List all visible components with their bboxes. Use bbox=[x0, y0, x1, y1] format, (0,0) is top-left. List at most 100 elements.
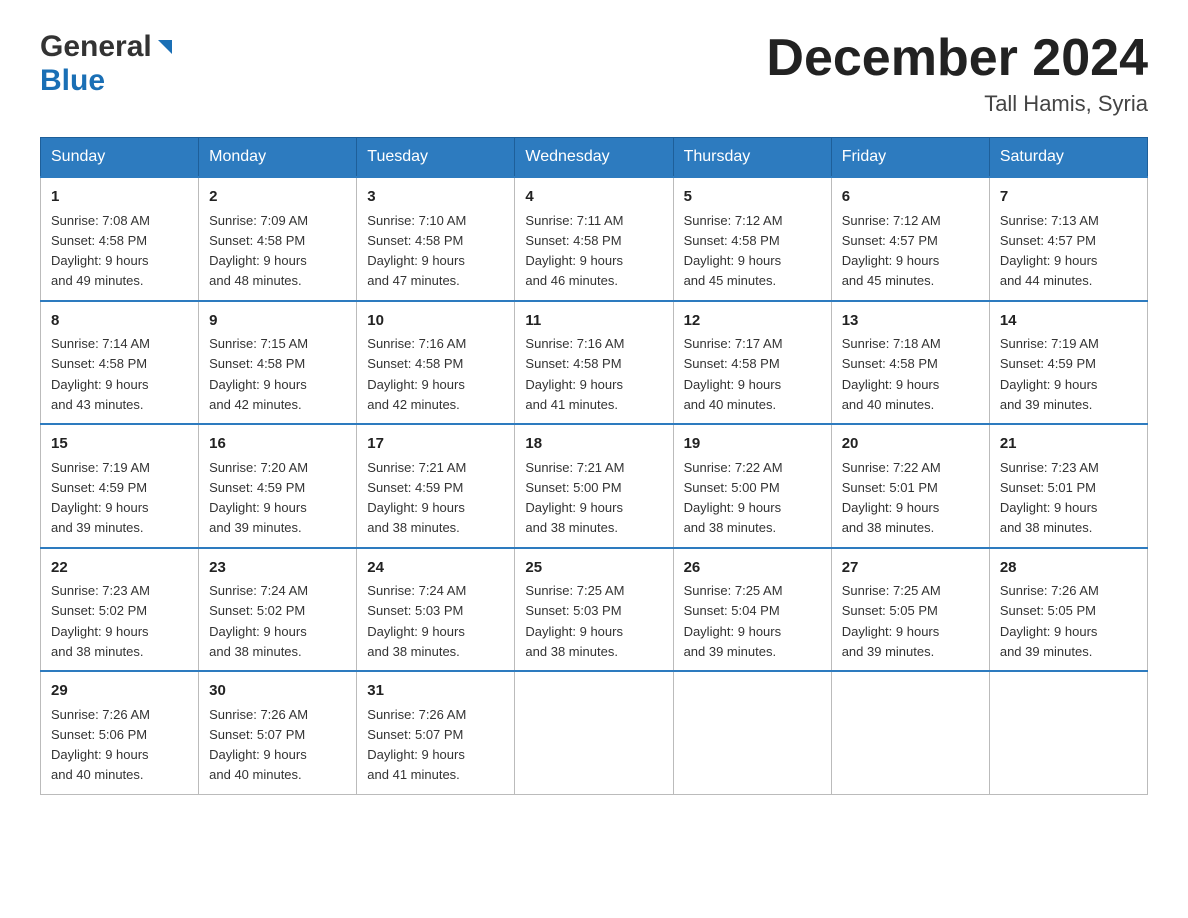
day-info: Sunrise: 7:20 AMSunset: 4:59 PMDaylight:… bbox=[209, 460, 308, 536]
calendar-cell: 10 Sunrise: 7:16 AMSunset: 4:58 PMDaylig… bbox=[357, 301, 515, 425]
month-title: December 2024 bbox=[766, 30, 1148, 87]
calendar-cell: 9 Sunrise: 7:15 AMSunset: 4:58 PMDayligh… bbox=[199, 301, 357, 425]
calendar-cell: 14 Sunrise: 7:19 AMSunset: 4:59 PMDaylig… bbox=[989, 301, 1147, 425]
calendar-week-row: 1 Sunrise: 7:08 AMSunset: 4:58 PMDayligh… bbox=[41, 177, 1148, 301]
calendar-header-monday: Monday bbox=[199, 138, 357, 178]
calendar-cell: 22 Sunrise: 7:23 AMSunset: 5:02 PMDaylig… bbox=[41, 548, 199, 672]
day-number: 5 bbox=[684, 186, 821, 209]
day-info: Sunrise: 7:23 AMSunset: 5:02 PMDaylight:… bbox=[51, 583, 150, 659]
calendar-cell bbox=[673, 671, 831, 794]
day-number: 28 bbox=[1000, 557, 1137, 580]
calendar-cell: 11 Sunrise: 7:16 AMSunset: 4:58 PMDaylig… bbox=[515, 301, 673, 425]
calendar-cell: 29 Sunrise: 7:26 AMSunset: 5:06 PMDaylig… bbox=[41, 671, 199, 794]
title-block: December 2024 Tall Hamis, Syria bbox=[766, 30, 1148, 117]
calendar-week-row: 29 Sunrise: 7:26 AMSunset: 5:06 PMDaylig… bbox=[41, 671, 1148, 794]
day-info: Sunrise: 7:13 AMSunset: 4:57 PMDaylight:… bbox=[1000, 213, 1099, 289]
calendar-cell: 8 Sunrise: 7:14 AMSunset: 4:58 PMDayligh… bbox=[41, 301, 199, 425]
day-info: Sunrise: 7:21 AMSunset: 5:00 PMDaylight:… bbox=[525, 460, 624, 536]
calendar-header-friday: Friday bbox=[831, 138, 989, 178]
day-number: 7 bbox=[1000, 186, 1137, 209]
day-number: 31 bbox=[367, 680, 504, 703]
day-info: Sunrise: 7:24 AMSunset: 5:02 PMDaylight:… bbox=[209, 583, 308, 659]
calendar-week-row: 22 Sunrise: 7:23 AMSunset: 5:02 PMDaylig… bbox=[41, 548, 1148, 672]
calendar-cell: 16 Sunrise: 7:20 AMSunset: 4:59 PMDaylig… bbox=[199, 424, 357, 548]
day-number: 15 bbox=[51, 433, 188, 456]
day-number: 26 bbox=[684, 557, 821, 580]
calendar-cell: 20 Sunrise: 7:22 AMSunset: 5:01 PMDaylig… bbox=[831, 424, 989, 548]
day-info: Sunrise: 7:26 AMSunset: 5:06 PMDaylight:… bbox=[51, 707, 150, 783]
day-info: Sunrise: 7:19 AMSunset: 4:59 PMDaylight:… bbox=[1000, 336, 1099, 412]
calendar-cell: 7 Sunrise: 7:13 AMSunset: 4:57 PMDayligh… bbox=[989, 177, 1147, 301]
logo-general-text: General bbox=[40, 30, 152, 64]
calendar-cell: 4 Sunrise: 7:11 AMSunset: 4:58 PMDayligh… bbox=[515, 177, 673, 301]
calendar-cell bbox=[989, 671, 1147, 794]
calendar-cell: 24 Sunrise: 7:24 AMSunset: 5:03 PMDaylig… bbox=[357, 548, 515, 672]
day-info: Sunrise: 7:26 AMSunset: 5:07 PMDaylight:… bbox=[209, 707, 308, 783]
day-info: Sunrise: 7:25 AMSunset: 5:03 PMDaylight:… bbox=[525, 583, 624, 659]
calendar-cell: 18 Sunrise: 7:21 AMSunset: 5:00 PMDaylig… bbox=[515, 424, 673, 548]
day-info: Sunrise: 7:26 AMSunset: 5:07 PMDaylight:… bbox=[367, 707, 466, 783]
calendar-cell: 5 Sunrise: 7:12 AMSunset: 4:58 PMDayligh… bbox=[673, 177, 831, 301]
calendar-cell: 26 Sunrise: 7:25 AMSunset: 5:04 PMDaylig… bbox=[673, 548, 831, 672]
day-info: Sunrise: 7:25 AMSunset: 5:04 PMDaylight:… bbox=[684, 583, 783, 659]
day-number: 18 bbox=[525, 433, 662, 456]
day-info: Sunrise: 7:12 AMSunset: 4:57 PMDaylight:… bbox=[842, 213, 941, 289]
calendar-cell bbox=[831, 671, 989, 794]
day-info: Sunrise: 7:09 AMSunset: 4:58 PMDaylight:… bbox=[209, 213, 308, 289]
day-info: Sunrise: 7:19 AMSunset: 4:59 PMDaylight:… bbox=[51, 460, 150, 536]
calendar-cell: 2 Sunrise: 7:09 AMSunset: 4:58 PMDayligh… bbox=[199, 177, 357, 301]
calendar-week-row: 15 Sunrise: 7:19 AMSunset: 4:59 PMDaylig… bbox=[41, 424, 1148, 548]
day-info: Sunrise: 7:16 AMSunset: 4:58 PMDaylight:… bbox=[367, 336, 466, 412]
logo: General Blue bbox=[40, 30, 176, 98]
calendar-week-row: 8 Sunrise: 7:14 AMSunset: 4:58 PMDayligh… bbox=[41, 301, 1148, 425]
calendar-header-tuesday: Tuesday bbox=[357, 138, 515, 178]
day-info: Sunrise: 7:16 AMSunset: 4:58 PMDaylight:… bbox=[525, 336, 624, 412]
day-info: Sunrise: 7:10 AMSunset: 4:58 PMDaylight:… bbox=[367, 213, 466, 289]
calendar-table: SundayMondayTuesdayWednesdayThursdayFrid… bbox=[40, 137, 1148, 795]
day-number: 12 bbox=[684, 310, 821, 333]
day-info: Sunrise: 7:26 AMSunset: 5:05 PMDaylight:… bbox=[1000, 583, 1099, 659]
calendar-cell: 13 Sunrise: 7:18 AMSunset: 4:58 PMDaylig… bbox=[831, 301, 989, 425]
day-number: 25 bbox=[525, 557, 662, 580]
calendar-cell: 3 Sunrise: 7:10 AMSunset: 4:58 PMDayligh… bbox=[357, 177, 515, 301]
day-info: Sunrise: 7:18 AMSunset: 4:58 PMDaylight:… bbox=[842, 336, 941, 412]
calendar-cell: 27 Sunrise: 7:25 AMSunset: 5:05 PMDaylig… bbox=[831, 548, 989, 672]
calendar-cell: 15 Sunrise: 7:19 AMSunset: 4:59 PMDaylig… bbox=[41, 424, 199, 548]
day-number: 20 bbox=[842, 433, 979, 456]
calendar-cell: 1 Sunrise: 7:08 AMSunset: 4:58 PMDayligh… bbox=[41, 177, 199, 301]
day-number: 23 bbox=[209, 557, 346, 580]
day-number: 16 bbox=[209, 433, 346, 456]
day-number: 9 bbox=[209, 310, 346, 333]
day-number: 11 bbox=[525, 310, 662, 333]
day-info: Sunrise: 7:08 AMSunset: 4:58 PMDaylight:… bbox=[51, 213, 150, 289]
day-number: 1 bbox=[51, 186, 188, 209]
day-number: 21 bbox=[1000, 433, 1137, 456]
day-number: 22 bbox=[51, 557, 188, 580]
calendar-header-row: SundayMondayTuesdayWednesdayThursdayFrid… bbox=[41, 138, 1148, 178]
calendar-cell bbox=[515, 671, 673, 794]
day-number: 6 bbox=[842, 186, 979, 209]
calendar-cell: 6 Sunrise: 7:12 AMSunset: 4:57 PMDayligh… bbox=[831, 177, 989, 301]
day-number: 30 bbox=[209, 680, 346, 703]
calendar-header-wednesday: Wednesday bbox=[515, 138, 673, 178]
logo-blue-text: Blue bbox=[40, 64, 105, 97]
day-number: 17 bbox=[367, 433, 504, 456]
day-number: 3 bbox=[367, 186, 504, 209]
calendar-cell: 23 Sunrise: 7:24 AMSunset: 5:02 PMDaylig… bbox=[199, 548, 357, 672]
day-info: Sunrise: 7:15 AMSunset: 4:58 PMDaylight:… bbox=[209, 336, 308, 412]
day-number: 27 bbox=[842, 557, 979, 580]
day-info: Sunrise: 7:21 AMSunset: 4:59 PMDaylight:… bbox=[367, 460, 466, 536]
day-info: Sunrise: 7:14 AMSunset: 4:58 PMDaylight:… bbox=[51, 336, 150, 412]
page-header: General Blue December 2024 Tall Hamis, S… bbox=[40, 30, 1148, 117]
calendar-header-saturday: Saturday bbox=[989, 138, 1147, 178]
day-info: Sunrise: 7:22 AMSunset: 5:01 PMDaylight:… bbox=[842, 460, 941, 536]
day-info: Sunrise: 7:17 AMSunset: 4:58 PMDaylight:… bbox=[684, 336, 783, 412]
day-number: 19 bbox=[684, 433, 821, 456]
calendar-cell: 21 Sunrise: 7:23 AMSunset: 5:01 PMDaylig… bbox=[989, 424, 1147, 548]
calendar-cell: 25 Sunrise: 7:25 AMSunset: 5:03 PMDaylig… bbox=[515, 548, 673, 672]
day-info: Sunrise: 7:24 AMSunset: 5:03 PMDaylight:… bbox=[367, 583, 466, 659]
calendar-cell: 17 Sunrise: 7:21 AMSunset: 4:59 PMDaylig… bbox=[357, 424, 515, 548]
logo-triangle-icon bbox=[154, 36, 176, 58]
calendar-header-sunday: Sunday bbox=[41, 138, 199, 178]
day-number: 14 bbox=[1000, 310, 1137, 333]
